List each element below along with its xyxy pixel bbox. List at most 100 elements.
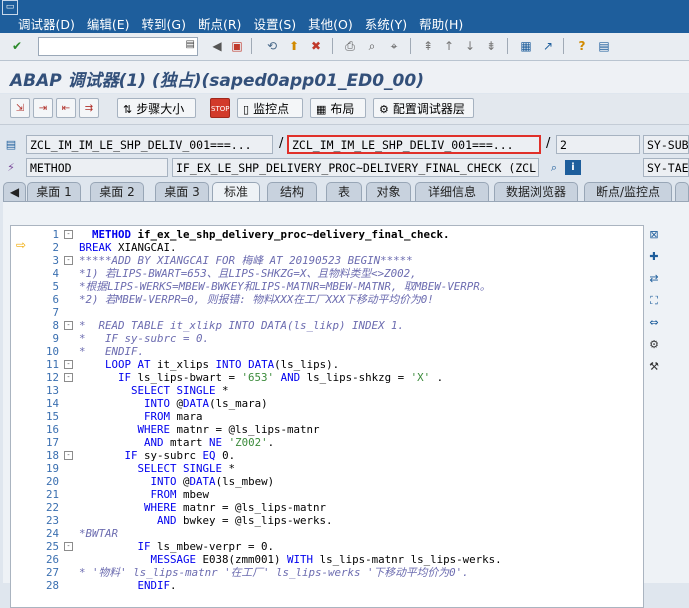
- customize-layout-icon[interactable]: ▤: [595, 37, 613, 55]
- cancel-icon[interactable]: ✖: [307, 37, 325, 55]
- print-icon[interactable]: ⎙: [341, 37, 359, 55]
- exit-icon[interactable]: ⬆: [285, 37, 303, 55]
- service-icon[interactable]: ⚙: [646, 337, 662, 353]
- menu-help[interactable]: 帮助(H): [419, 14, 463, 33]
- sy-tabix-field[interactable]: SY-TAE: [643, 158, 689, 177]
- method-type-field[interactable]: METHOD: [26, 158, 168, 177]
- tab-desktop-2[interactable]: 桌面 2: [90, 182, 144, 202]
- code-line[interactable]: 25- IF ls_mbew-verpr = 0.: [11, 540, 643, 553]
- menu-edit[interactable]: 编辑(E): [87, 14, 130, 33]
- swap-icon[interactable]: ⇔: [646, 315, 662, 331]
- include-field[interactable]: ZCL_IM_IM_LE_SHP_DELIV_001===...: [287, 135, 541, 154]
- code-line[interactable]: 8- * READ TABLE it_xlikp INTO DATA(ls_lik…: [11, 319, 643, 332]
- code-line[interactable]: 5 *根据LIPS-WERKS=MBEW-BWKEY和LIPS-MATNR=MBE…: [11, 280, 643, 293]
- maximize-icon[interactable]: ⛶: [646, 293, 662, 309]
- source-code-editor[interactable]: 1- METHOD if_ex_le_shp_delivery_proc~del…: [10, 225, 644, 608]
- continue-icon[interactable]: ⇉: [79, 98, 99, 118]
- code-line[interactable]: 3- *****ADD BY XIANGCAI FOR 梅峰 AT 2019052…: [11, 254, 643, 267]
- tab-structure[interactable]: 结构: [267, 182, 317, 202]
- stop-icon[interactable]: STOP: [210, 98, 230, 118]
- fold-toggle-icon[interactable]: -: [64, 451, 73, 460]
- help-icon[interactable]: ?: [573, 37, 591, 55]
- menu-other[interactable]: 其他(O): [308, 14, 353, 33]
- fold-toggle-icon[interactable]: -: [64, 230, 73, 239]
- fold-toggle-icon[interactable]: -: [64, 256, 73, 265]
- first-page-icon[interactable]: ⇞: [419, 37, 437, 55]
- fold-toggle-icon[interactable]: -: [64, 373, 73, 382]
- code-line[interactable]: 10 * ENDIF.: [11, 345, 643, 358]
- search-icon[interactable]: ⌕: [546, 160, 562, 175]
- next-page-icon[interactable]: ↓: [461, 37, 479, 55]
- code-line[interactable]: 4 *1) 若LIPS-BWART=653、且LIPS-SHKZG=X、且物料类型…: [11, 267, 643, 280]
- code-line[interactable]: 17 AND mtart NE 'Z002'.: [11, 436, 643, 449]
- tab-data-explorer[interactable]: 数据浏览器: [494, 182, 578, 202]
- event-field[interactable]: IF_EX_LE_SHP_DELIVERY_PROC~DELIVERY_FINA…: [172, 158, 539, 177]
- code-line[interactable]: 15 FROM mara: [11, 410, 643, 423]
- tab-desktop-1[interactable]: 桌面 1: [27, 182, 81, 202]
- code-line[interactable]: 14 INTO @DATA(ls_mara): [11, 397, 643, 410]
- code-line[interactable]: 23 AND bwkey = @ls_lips-werks.: [11, 514, 643, 527]
- code-line[interactable]: 26 MESSAGE E038(zmm001) WITH ls_lips-mat…: [11, 553, 643, 566]
- code-line[interactable]: 7: [11, 306, 643, 319]
- previous-page-icon[interactable]: ↑: [440, 37, 458, 55]
- code-line[interactable]: 1- METHOD if_ex_le_shp_delivery_proc~del…: [11, 228, 643, 241]
- tab-desktop-3[interactable]: 桌面 3: [155, 182, 209, 202]
- new-session-icon[interactable]: ▦: [517, 37, 535, 55]
- code-line[interactable]: 2 BREAK XIANGCAI.: [11, 241, 643, 254]
- fold-toggle-icon[interactable]: -: [64, 542, 73, 551]
- tab-standard[interactable]: 标准: [212, 182, 260, 203]
- new-tool-icon[interactable]: ✚: [646, 249, 662, 265]
- code-line[interactable]: 28 ENDIF.: [11, 579, 643, 592]
- find-next-icon[interactable]: ⌖: [385, 37, 403, 55]
- find-icon[interactable]: ⌕: [363, 37, 381, 55]
- tab-objects[interactable]: 对象: [366, 182, 411, 202]
- last-page-icon[interactable]: ⇟: [482, 37, 500, 55]
- menu-goto[interactable]: 转到(G): [142, 14, 186, 33]
- code-line[interactable]: 27 * '物料' ls_lips-matnr '在工厂' ls_lips-wer…: [11, 566, 643, 579]
- enter-icon[interactable]: ✔: [8, 37, 26, 55]
- tree-icon[interactable]: ⚒: [646, 359, 662, 375]
- code-line[interactable]: 20 INTO @DATA(ls_mbew): [11, 475, 643, 488]
- shortcut-icon[interactable]: ↗: [539, 37, 557, 55]
- code-line[interactable]: 9 * IF sy-subrc = 0.: [11, 332, 643, 345]
- info-icon[interactable]: i: [565, 160, 581, 175]
- fold-toggle-icon[interactable]: -: [64, 321, 73, 330]
- return-icon[interactable]: ⇤: [56, 98, 76, 118]
- menu-system[interactable]: 系统(Y): [365, 14, 407, 33]
- watchpoint-button[interactable]: ▯ 监控点: [237, 98, 303, 118]
- back-icon[interactable]: ◀: [208, 37, 226, 55]
- code-line[interactable]: 16 WHERE matnr = @ls_lips-matnr: [11, 423, 643, 436]
- code-line[interactable]: 6 *2) 若MBEW-VERPR=0, 则报错: 物料XXX在工厂XXX下移动平…: [11, 293, 643, 306]
- code-line[interactable]: 24 *BWTAR: [11, 527, 643, 540]
- layout-button[interactable]: ▦ 布局: [310, 98, 366, 118]
- tab-scroll-left[interactable]: ◀: [3, 182, 26, 202]
- undo-icon[interactable]: ⟲: [263, 37, 281, 55]
- code-line[interactable]: 21 FROM mbew: [11, 488, 643, 501]
- command-field[interactable]: ▤: [38, 37, 198, 56]
- replace-tool-icon[interactable]: ⇄: [646, 271, 662, 287]
- close-tool-icon[interactable]: ⊠: [646, 227, 662, 243]
- sy-subrc-field[interactable]: SY-SUB: [643, 135, 689, 154]
- tab-scroll-right[interactable]: [675, 182, 689, 202]
- tab-breakpoints[interactable]: 断点/监控点: [584, 182, 672, 202]
- fold-toggle-icon[interactable]: -: [64, 360, 73, 369]
- single-step-icon[interactable]: ⇲: [10, 98, 30, 118]
- code-line[interactable]: 18- IF sy-subrc EQ 0.: [11, 449, 643, 462]
- line-number-field[interactable]: 2: [556, 135, 640, 154]
- tab-details[interactable]: 详细信息: [415, 182, 489, 202]
- code-line[interactable]: 19 SELECT SINGLE *: [11, 462, 643, 475]
- program-field[interactable]: ZCL_IM_IM_LE_SHP_DELIV_001===...: [26, 135, 273, 154]
- command-history-icon[interactable]: ▤: [186, 39, 195, 50]
- menu-breakpoints[interactable]: 断点(R): [198, 14, 241, 33]
- code-line[interactable]: 11- LOOP AT it_xlips INTO DATA(ls_lips).: [11, 358, 643, 371]
- menu-settings[interactable]: 设置(S): [253, 14, 296, 33]
- code-line[interactable]: 13 SELECT SINGLE *: [11, 384, 643, 397]
- menu-debugger[interactable]: 调试器(D): [18, 14, 75, 33]
- code-line[interactable]: 12- IF ls_lips-bwart = '653' AND ls_lips…: [11, 371, 643, 384]
- tab-table[interactable]: 表: [326, 182, 362, 202]
- code-line[interactable]: 22 WHERE matnr = @ls_lips-matnr: [11, 501, 643, 514]
- save-icon[interactable]: ▣: [228, 37, 246, 55]
- step-size-button[interactable]: ⇅ 步骤大小: [117, 98, 196, 118]
- configure-layer-button[interactable]: ⚙ 配置调试器层: [373, 98, 474, 118]
- execute-step-icon[interactable]: ⇥: [33, 98, 53, 118]
